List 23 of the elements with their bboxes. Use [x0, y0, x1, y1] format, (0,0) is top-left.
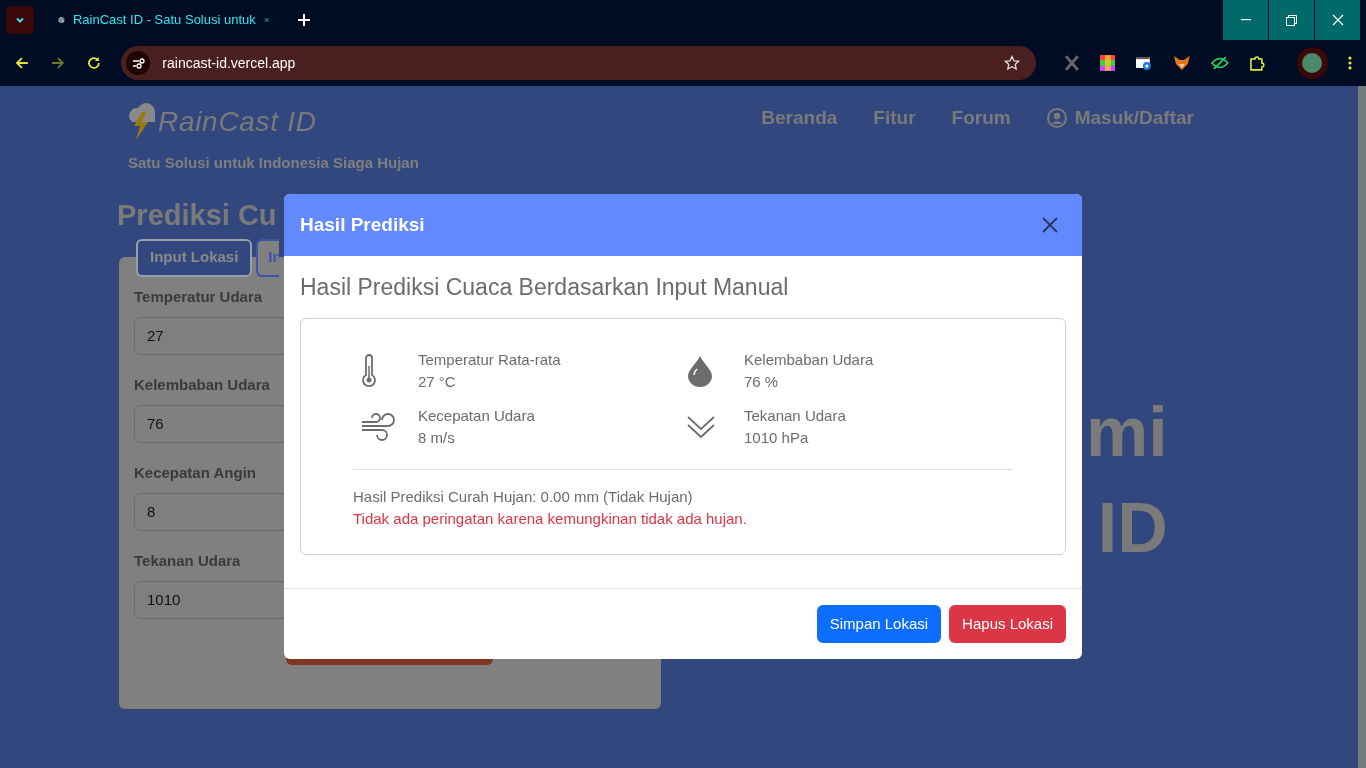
stat-label: Kecepatan Udara: [418, 406, 535, 426]
stat-value: 76 %: [744, 372, 780, 392]
field-label: Kelembaban Udara: [134, 374, 270, 395]
page-title: Prediksi Cu: [117, 197, 277, 233]
modal-title: Hasil Prediksi: [300, 212, 425, 237]
field-label: Tekanan Udara: [134, 550, 241, 571]
url-text: raincast-id.vercel.app: [162, 53, 296, 73]
stat-value: 8 m/s: [418, 428, 456, 448]
result-heading: Hasil Prediksi Cuaca Berdasarkan Input Manual: [300, 273, 790, 302]
stat-label: Temperatur Rata-rata: [418, 350, 561, 370]
stat-label: Tekanan Udara: [744, 406, 846, 426]
stat-value: 1010 hPa: [744, 428, 810, 448]
hero-text: mi: [1086, 392, 1168, 473]
tab-title: RainCast ID - Satu Solusi untuk: [72, 11, 256, 30]
field-label: Temperatur Udara: [134, 286, 263, 307]
tagline: Satu Solusi untuk Indonesia Siaga Hujan: [128, 153, 419, 173]
hero-text: ID: [1097, 488, 1168, 569]
stat-value: 27 °C: [418, 372, 457, 392]
warning-message: Tidak ada peringatan karena kemungkinan tidak ada hujan.: [353, 509, 748, 529]
logo-text: RainCast ID: [158, 105, 317, 139]
field-label: Kecepatan Angin: [134, 462, 256, 483]
stat-label: Kelembaban Udara: [744, 350, 874, 370]
rainfall-result: Hasil Prediksi Curah Hujan: 0.00 mm (Tidak Hujan): [353, 487, 694, 507]
